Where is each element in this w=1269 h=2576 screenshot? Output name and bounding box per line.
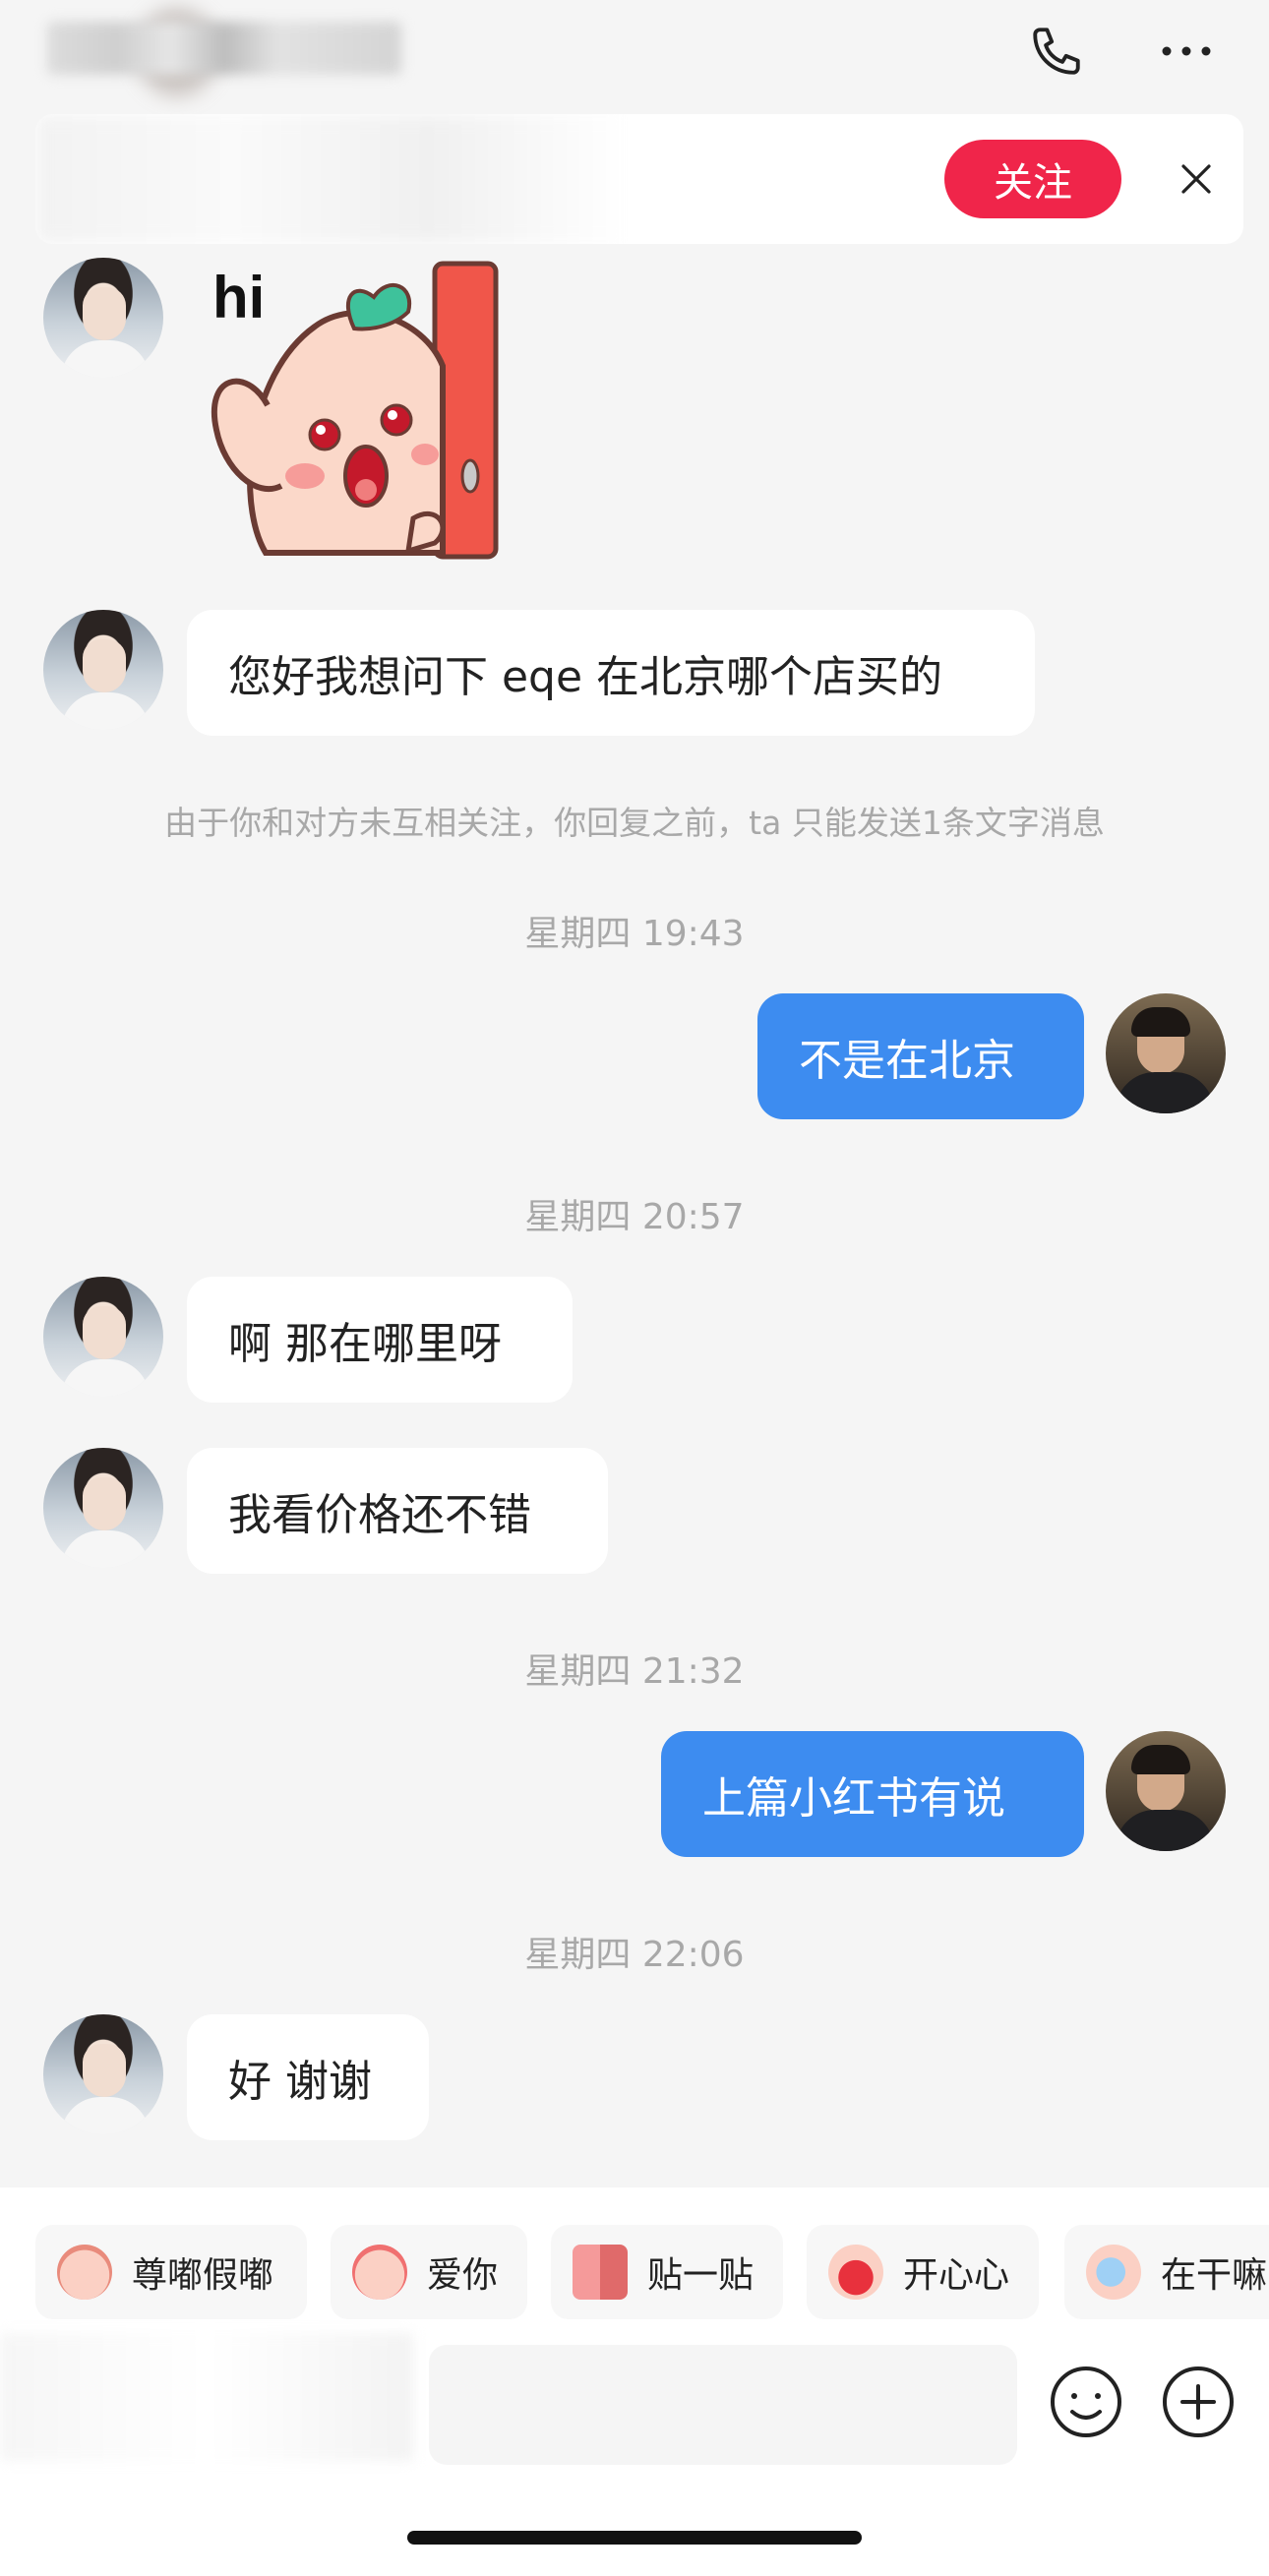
quick-reply-label: 爱你 (427, 2255, 499, 2296)
follow-button[interactable]: 关注 (944, 140, 1121, 218)
timestamp: 星期四 20:57 (524, 1197, 745, 1237)
timestamp: 星期四 21:32 (524, 1651, 745, 1692)
banner-info-blurred (35, 114, 626, 244)
quick-reply-label: 尊嘟假嘟 (132, 2255, 274, 2296)
message-input[interactable] (429, 2345, 1017, 2465)
quick-reply-zaiganma[interactable]: 在干嘛 (1064, 2225, 1269, 2319)
hug-sticker-icon (573, 2245, 628, 2300)
pig-heart-sticker-icon (352, 2245, 407, 2300)
home-indicator[interactable] (407, 2531, 862, 2545)
contact-avatar[interactable] (43, 1448, 163, 1568)
happy-sticker-icon (828, 2245, 883, 2300)
contact-avatar[interactable] (43, 258, 163, 378)
hi-sticker[interactable]: hi (207, 258, 502, 563)
quick-reply-label: 开心心 (903, 2255, 1010, 2296)
my-avatar[interactable] (1106, 1731, 1226, 1851)
follow-restriction-notice: 由于你和对方未互相关注，你回复之前，ta 只能发送1条文字消息 (164, 804, 1105, 842)
plus-circle-icon[interactable] (1157, 2361, 1239, 2443)
quick-reply-label: 在干嘛 (1161, 2255, 1268, 2296)
message-bubble-incoming[interactable]: 我看价格还不错 (187, 1448, 608, 1574)
composer-area: 尊嘟假嘟 爱你 贴一贴 开心心 在干嘛 (0, 2187, 1269, 2576)
timestamp: 星期四 22:06 (524, 1935, 745, 1975)
quick-reply-label: 贴一贴 (647, 2255, 755, 2296)
quick-reply-aini[interactable]: 爱你 (331, 2225, 527, 2319)
sticker-text: hi (212, 265, 266, 330)
emoji-icon[interactable] (1045, 2361, 1127, 2443)
quick-reply-tieyitie[interactable]: 贴一贴 (551, 2225, 783, 2319)
contact-name-blurred (47, 22, 401, 75)
my-avatar[interactable] (1106, 993, 1226, 1113)
follow-banner: 关注 (35, 114, 1243, 244)
message-bubble-outgoing[interactable]: 上篇小红书有说 (661, 1731, 1084, 1857)
contact-avatar[interactable] (43, 2014, 163, 2134)
phone-icon[interactable] (1017, 12, 1096, 90)
quick-reply-kaixinxin[interactable]: 开心心 (807, 2225, 1039, 2319)
timestamp: 星期四 19:43 (524, 914, 745, 954)
pig-sticker-icon (57, 2245, 112, 2300)
message-bubble-outgoing[interactable]: 不是在北京 (757, 993, 1084, 1119)
contact-avatar[interactable] (43, 610, 163, 730)
close-icon[interactable] (1157, 140, 1236, 218)
quick-reply-zundu[interactable]: 尊嘟假嘟 (35, 2225, 307, 2319)
message-bubble-incoming[interactable]: 好 谢谢 (187, 2014, 429, 2140)
composer-left-blurred (0, 2333, 413, 2461)
message-bubble-incoming[interactable]: 啊 那在哪里呀 (187, 1277, 573, 1403)
peek-sticker-icon (1086, 2245, 1141, 2300)
contact-avatar[interactable] (43, 1277, 163, 1397)
chat-header (0, 0, 1269, 108)
message-bubble-incoming[interactable]: 您好我想问下 eqe 在北京哪个店买的 (187, 610, 1035, 736)
more-horizontal-icon[interactable] (1147, 12, 1226, 90)
